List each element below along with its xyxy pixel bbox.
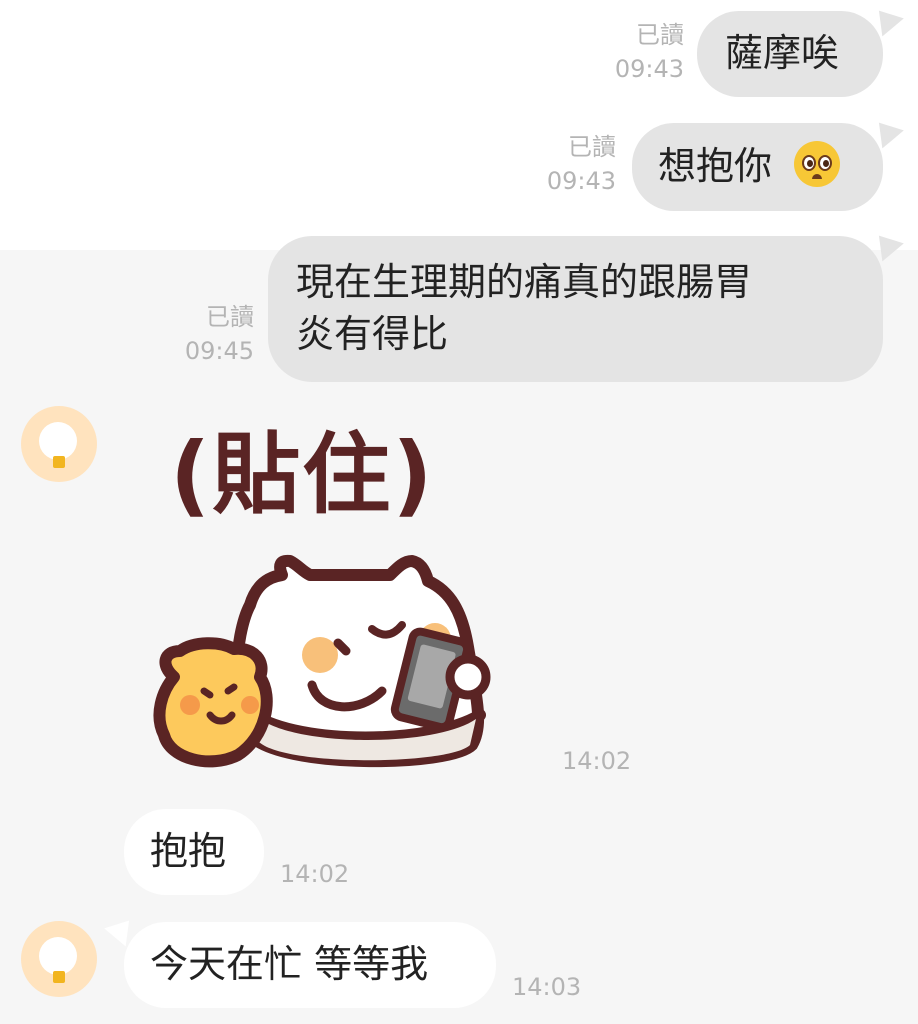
message-text: 今天在忙 等等我 <box>150 942 429 986</box>
message-meta: 已讀 09:45 <box>150 300 254 368</box>
pleading-face-emoji-icon <box>794 141 841 187</box>
incoming-message-bubble[interactable]: 抱抱 <box>124 809 264 895</box>
incoming-message-bubble[interactable]: 今天在忙 等等我 <box>124 922 496 1008</box>
avatar-bulb-icon <box>39 422 77 460</box>
read-receipt: 已讀 <box>636 21 684 49</box>
message-time: 09:43 <box>546 167 616 195</box>
read-receipt: 已讀 <box>206 303 254 331</box>
message-text: 薩摩唉 <box>725 31 840 75</box>
message-time: 14:02 <box>562 747 632 775</box>
message-meta: 已讀 09:43 <box>580 18 684 86</box>
contact-avatar[interactable] <box>21 921 97 997</box>
message-text-line: 炎有得比 <box>296 312 449 356</box>
outgoing-message-bubble[interactable]: 現在生理期的痛真的跟腸胃 炎有得比 <box>268 236 883 382</box>
read-receipt: 已讀 <box>568 133 616 161</box>
message-text-line: 現在生理期的痛真的跟腸胃 <box>296 260 753 304</box>
avatar-bulb-base <box>53 456 65 468</box>
avatar-bulb-icon <box>39 937 77 975</box>
message-text: 抱抱 <box>150 829 227 873</box>
message-time: 14:03 <box>512 973 582 1001</box>
outgoing-message-bubble[interactable]: 薩摩唉 <box>697 11 883 97</box>
contact-avatar[interactable] <box>21 406 97 482</box>
message-time: 09:45 <box>184 337 254 365</box>
message-text: 想抱你 <box>658 144 773 188</box>
message-meta: 已讀 09:43 <box>512 130 616 198</box>
sticker-message[interactable]: (貼住) <box>150 415 510 785</box>
message-time: 09:43 <box>614 55 684 83</box>
outgoing-message-bubble[interactable]: 想抱你 <box>632 123 883 211</box>
message-time: 14:02 <box>280 860 350 888</box>
avatar-bulb-base <box>53 971 65 983</box>
cat-and-dog-sticker-illustration <box>153 554 491 768</box>
